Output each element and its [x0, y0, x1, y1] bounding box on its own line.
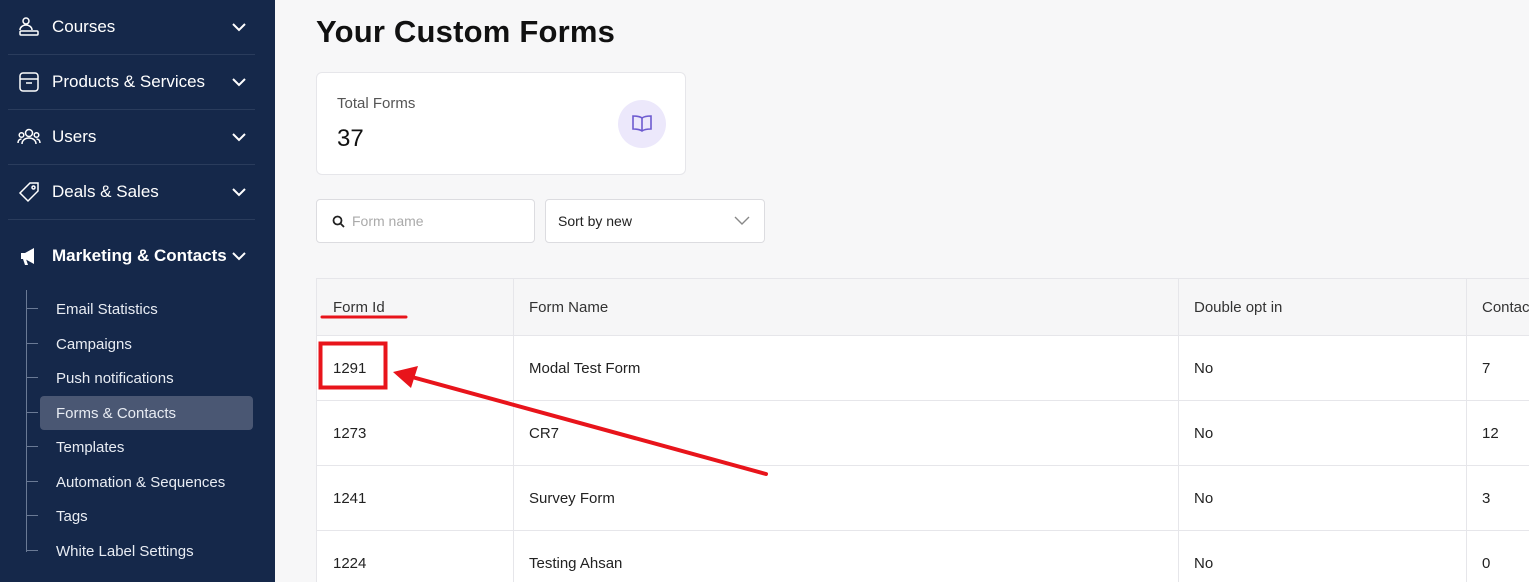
- sidebar-item-label: Users: [52, 127, 97, 146]
- sort-select[interactable]: Sort by new: [545, 199, 765, 243]
- table-row[interactable]: 1224 Testing Ahsan No 0: [317, 531, 1529, 582]
- column-header-form-name[interactable]: Form Name: [529, 279, 608, 336]
- sidebar-item-label: Deals & Sales: [52, 182, 159, 201]
- column-header-form-id[interactable]: Form Id: [333, 279, 385, 336]
- sidebar-item-products[interactable]: Products & Services: [8, 55, 255, 110]
- double-opt-in-cell: No: [1194, 554, 1214, 572]
- sort-selected-value: Sort by new: [558, 213, 632, 229]
- book-icon: [618, 100, 666, 148]
- sidebar-subitem-automation[interactable]: Automation & Sequences: [26, 465, 253, 499]
- sidebar-item-label: Courses: [52, 17, 116, 36]
- form-id-cell: 1273: [333, 424, 367, 442]
- chevron-down-icon[interactable]: [229, 72, 249, 92]
- box-icon: [16, 69, 42, 95]
- users-icon: [16, 124, 42, 150]
- contacts-cell: 12: [1482, 424, 1499, 442]
- form-name-cell: Modal Test Form: [529, 359, 641, 377]
- sidebar-item-marketing[interactable]: Marketing & Contacts: [8, 220, 255, 292]
- sidebar: Courses Products & Services Users Deals …: [0, 0, 275, 582]
- form-name-cell: Testing Ahsan: [529, 554, 623, 572]
- forms-table: Form Id Form Name Double opt in Contac 1…: [316, 278, 1529, 582]
- total-forms-card: Total Forms 37: [316, 72, 686, 175]
- sidebar-subitem-push-notifications[interactable]: Push notifications: [26, 361, 253, 395]
- sidebar-subitem-tags[interactable]: Tags: [26, 499, 253, 533]
- chevron-down-icon[interactable]: [229, 127, 249, 147]
- sidebar-item-courses[interactable]: Courses: [8, 0, 255, 55]
- double-opt-in-cell: No: [1194, 359, 1214, 377]
- column-header-contacts[interactable]: Contac: [1482, 279, 1529, 336]
- form-name-cell: Survey Form: [529, 489, 615, 507]
- megaphone-icon: [16, 243, 42, 269]
- sidebar-subitem-forms-contacts[interactable]: Forms & Contacts: [26, 396, 253, 430]
- form-id-cell: 1224: [333, 554, 367, 572]
- sidebar-subitem-email-statistics[interactable]: Email Statistics: [26, 292, 253, 326]
- table-row[interactable]: 1291 Modal Test Form No 7: [317, 336, 1529, 401]
- courses-icon: [16, 14, 42, 40]
- chevron-down-icon[interactable]: [229, 246, 249, 266]
- table-row[interactable]: 1273 CR7 No 12: [317, 401, 1529, 466]
- sidebar-subitem-white-label[interactable]: White Label Settings: [26, 534, 253, 568]
- contacts-cell: 7: [1482, 359, 1491, 377]
- form-name-cell: CR7: [529, 424, 560, 442]
- search-input[interactable]: [352, 213, 522, 229]
- sidebar-item-label: Products & Services: [52, 72, 206, 91]
- contacts-cell: 3: [1482, 489, 1491, 507]
- search-box[interactable]: [316, 199, 535, 243]
- double-opt-in-cell: No: [1194, 424, 1214, 442]
- sidebar-item-deals[interactable]: Deals & Sales: [8, 165, 255, 220]
- chevron-down-icon[interactable]: [229, 17, 249, 37]
- sidebar-subitem-campaigns[interactable]: Campaigns: [26, 327, 253, 361]
- stat-value: 37: [337, 125, 364, 152]
- sidebar-item-users[interactable]: Users: [8, 110, 255, 165]
- form-id-cell: 1291: [333, 359, 367, 377]
- search-icon: [332, 214, 346, 228]
- form-id-cell: 1241: [333, 489, 367, 507]
- stat-label: Total Forms: [337, 95, 416, 112]
- double-opt-in-cell: No: [1194, 489, 1214, 507]
- sidebar-item-label: Marketing & Contacts: [52, 246, 227, 265]
- tag-icon: [16, 179, 42, 205]
- contacts-cell: 0: [1482, 554, 1491, 572]
- page-title: Your Custom Forms: [316, 14, 616, 49]
- column-header-double-opt-in[interactable]: Double opt in: [1194, 279, 1282, 336]
- sidebar-subitem-templates[interactable]: Templates: [26, 430, 253, 464]
- table-header: Form Id Form Name Double opt in Contac: [317, 279, 1529, 336]
- chevron-down-icon[interactable]: [229, 182, 249, 202]
- table-row[interactable]: 1241 Survey Form No 3: [317, 466, 1529, 531]
- chevron-down-icon: [734, 213, 750, 229]
- subtree-line: [26, 290, 27, 552]
